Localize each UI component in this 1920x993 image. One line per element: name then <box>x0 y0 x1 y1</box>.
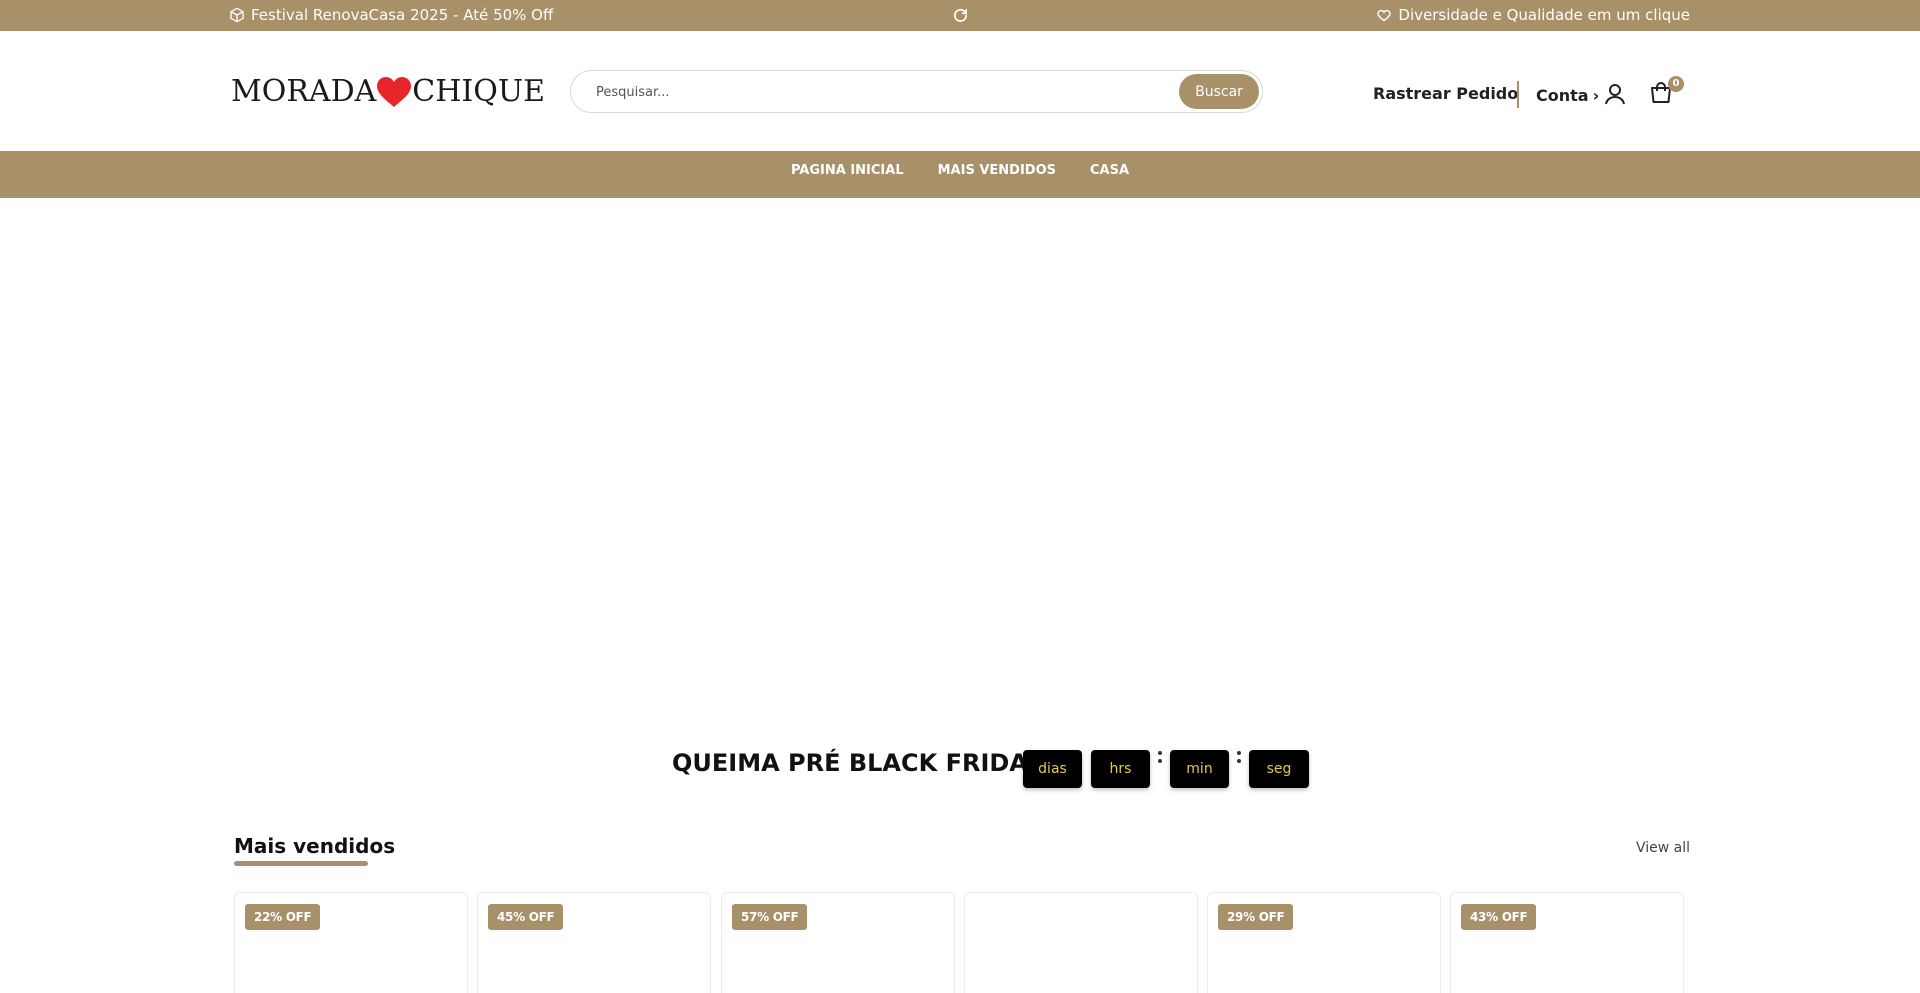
announcement-left-text: Festival RenovaCasa 2025 - Até 50% Off <box>251 6 554 24</box>
heart-outline-icon <box>1377 9 1392 22</box>
logo-text-left: MORADA <box>231 74 377 109</box>
countdown-title: QUEIMA PRÉ BLACK FRIDAY <box>672 749 1043 777</box>
search-button[interactable]: Buscar <box>1179 74 1259 109</box>
countdown-section: QUEIMA PRÉ BLACK FRIDAY dias hrs min seg <box>0 745 1920 788</box>
section-title: Mais vendidos <box>234 834 396 858</box>
main-nav: PAGINA INICIAL MAIS VENDIDOS CASA <box>0 151 1920 198</box>
announcement-bar: Festival RenovaCasa 2025 - Até 50% Off D… <box>0 0 1920 31</box>
section-title-underline <box>234 861 368 866</box>
product-card[interactable]: 43% OFF <box>1450 892 1684 993</box>
account-link[interactable]: Conta › <box>1536 86 1599 105</box>
countdown-hours: hrs <box>1091 750 1150 788</box>
box-icon <box>230 7 244 23</box>
account-chevron: › <box>1592 86 1600 105</box>
announcement-right-text: Diversidade e Qualidade em um clique <box>1398 6 1690 24</box>
countdown-minutes: min <box>1170 750 1229 788</box>
site-header: MORADA CHIQUE Buscar Rastrear Pedido Con… <box>0 31 1920 151</box>
best-sellers-header: Mais vendidos View all <box>0 831 1920 871</box>
account-label: Conta <box>1536 86 1589 105</box>
nav-item-best-sellers[interactable]: MAIS VENDIDOS <box>921 163 1073 178</box>
discount-badge: 29% OFF <box>1218 904 1294 930</box>
discount-badge: 43% OFF <box>1461 904 1537 930</box>
product-grid: 22% OFF 45% OFF 57% OFF 29% OFF 43% OFF <box>234 892 1686 993</box>
nav-item-home-decor[interactable]: CASA <box>1073 163 1146 178</box>
product-card[interactable]: 29% OFF <box>1207 892 1441 993</box>
cart-count-badge: 0 <box>1668 76 1684 92</box>
countdown-seconds: seg <box>1249 750 1309 788</box>
header-divider <box>1517 81 1519 108</box>
track-order-link[interactable]: Rastrear Pedido <box>1373 84 1518 103</box>
product-card[interactable]: 57% OFF <box>721 892 955 993</box>
countdown-separator <box>1237 751 1241 765</box>
discount-badge: 22% OFF <box>245 904 321 930</box>
view-all-link[interactable]: View all <box>1636 840 1690 856</box>
announcement-left: Festival RenovaCasa 2025 - Até 50% Off <box>229 6 553 24</box>
discount-badge: 57% OFF <box>732 904 808 930</box>
countdown-separator <box>1158 751 1162 765</box>
product-card[interactable] <box>964 892 1198 993</box>
discount-badge: 45% OFF <box>488 904 564 930</box>
nav-item-home[interactable]: PAGINA INICIAL <box>774 163 921 178</box>
search-input[interactable] <box>596 81 1156 103</box>
user-icon[interactable] <box>1603 82 1627 106</box>
countdown-days: dias <box>1023 750 1082 788</box>
logo[interactable]: MORADA CHIQUE <box>231 74 545 109</box>
logo-text-right: CHIQUE <box>412 74 546 109</box>
logo-heart-icon <box>377 76 412 107</box>
refresh-icon[interactable] <box>952 7 969 24</box>
search-bar: Buscar <box>570 70 1263 113</box>
product-card[interactable]: 45% OFF <box>477 892 711 993</box>
product-card[interactable]: 22% OFF <box>234 892 468 993</box>
hero-banner[interactable] <box>0 198 1920 718</box>
announcement-right: Diversidade e Qualidade em um clique <box>1376 6 1690 24</box>
